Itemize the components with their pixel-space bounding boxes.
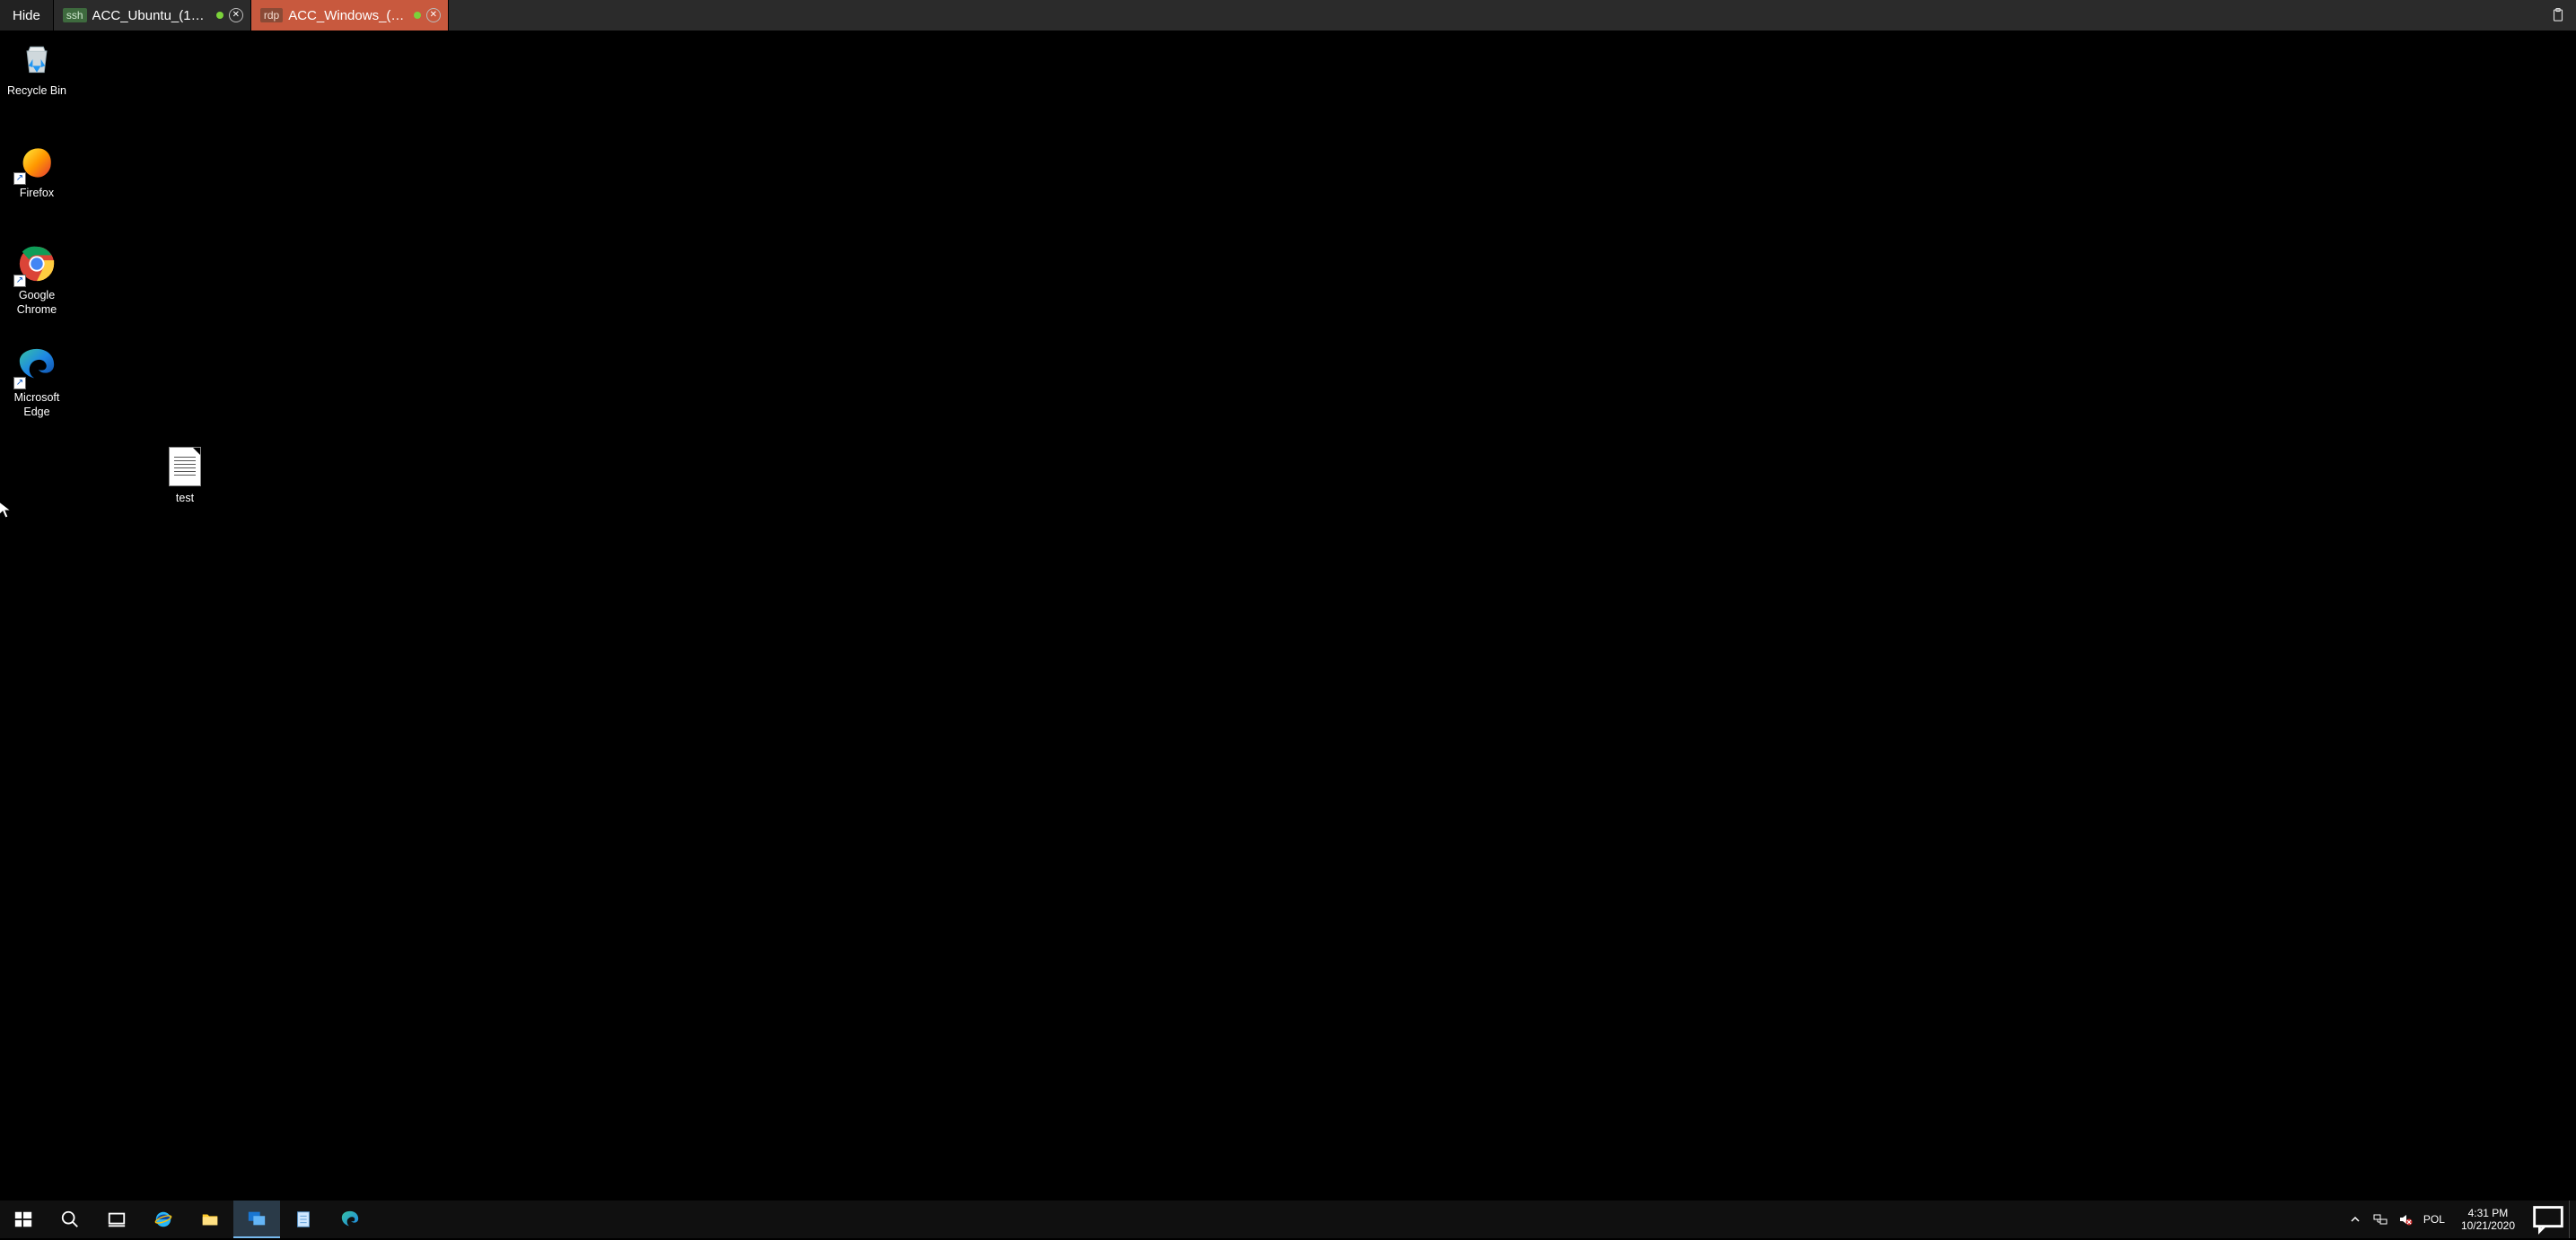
tray-volume-muted-icon[interactable] <box>2398 1212 2413 1227</box>
tab-bar-spacer <box>449 0 2540 31</box>
desktop-icon-test[interactable]: test <box>148 445 222 506</box>
start-button[interactable] <box>0 1201 47 1238</box>
tab-title: ACC_Ubuntu_(10.0… <box>92 8 211 23</box>
taskbar-app-file-explorer[interactable] <box>187 1201 233 1238</box>
action-center-button[interactable] <box>2528 1201 2569 1238</box>
shortcut-arrow-icon: ↗ <box>13 377 26 389</box>
folder-icon <box>200 1209 220 1229</box>
shortcut-arrow-icon: ↗ <box>13 172 26 185</box>
desktop-icon-microsoft-edge[interactable]: ↗ Microsoft Edge <box>0 345 74 419</box>
close-icon[interactable]: ✕ <box>229 8 243 22</box>
close-icon[interactable]: ✕ <box>426 8 441 22</box>
shortcut-arrow-icon: ↗ <box>13 275 26 287</box>
taskbar-spacer <box>373 1201 2341 1238</box>
status-dot-icon <box>216 12 223 19</box>
text-file-icon <box>163 445 206 488</box>
system-tray: POL 4:31 PM 10/21/2020 <box>2341 1201 2528 1238</box>
taskbar: POL 4:31 PM 10/21/2020 <box>0 1201 2576 1238</box>
tray-time: 4:31 PM <box>2461 1207 2515 1219</box>
notification-icon <box>2528 1199 2569 1240</box>
icon-label: Firefox <box>0 187 74 201</box>
mouse-cursor-icon <box>0 501 11 519</box>
task-view-icon <box>107 1209 127 1229</box>
clipboard-button[interactable] <box>2540 0 2576 31</box>
desktop-icon-google-chrome[interactable]: ↗ Google Chrome <box>0 242 74 317</box>
protocol-badge: rdp <box>260 8 283 22</box>
firefox-icon: ↗ <box>15 140 58 183</box>
chrome-icon: ↗ <box>15 242 58 285</box>
taskbar-app-notepad[interactable] <box>280 1201 327 1238</box>
tray-date: 10/21/2020 <box>2461 1219 2515 1232</box>
icon-label: Microsoft Edge <box>0 391 74 419</box>
icon-label: Recycle Bin <box>0 84 74 99</box>
remote-client-tab-bar: Hide ssh ACC_Ubuntu_(10.0… ✕ rdp ACC_Win… <box>0 0 2576 31</box>
taskbar-app-edge[interactable] <box>327 1201 373 1238</box>
hide-button[interactable]: Hide <box>0 0 54 31</box>
tray-language[interactable]: POL <box>2423 1213 2445 1226</box>
magnifier-icon <box>60 1209 80 1229</box>
windows-logo-icon <box>13 1209 33 1229</box>
desktop[interactable]: Recycle Bin ↗ Firefox <box>0 31 2576 1201</box>
recycle-bin-icon <box>15 38 58 81</box>
taskbar-app-rdp-client[interactable] <box>233 1201 280 1238</box>
icon-label: Google Chrome <box>0 289 74 317</box>
edge-icon <box>340 1209 360 1229</box>
ie-icon <box>153 1209 173 1229</box>
notepad-icon <box>294 1209 313 1229</box>
tray-chevron-up-icon[interactable] <box>2348 1212 2362 1227</box>
protocol-badge: ssh <box>63 8 87 22</box>
connection-tab-ssh[interactable]: ssh ACC_Ubuntu_(10.0… ✕ <box>54 0 251 31</box>
connection-tab-rdp[interactable]: rdp ACC_Windows_(10… ✕ <box>251 0 449 31</box>
tab-title: ACC_Windows_(10… <box>288 8 408 23</box>
task-view-button[interactable] <box>93 1201 140 1238</box>
icon-label: test <box>148 492 222 506</box>
tray-clock[interactable]: 4:31 PM 10/21/2020 <box>2456 1207 2520 1233</box>
show-desktop-button[interactable] <box>2569 1201 2576 1238</box>
taskbar-app-internet-explorer[interactable] <box>140 1201 187 1238</box>
desktop-icon-firefox[interactable]: ↗ Firefox <box>0 140 74 201</box>
status-dot-icon <box>414 12 421 19</box>
edge-icon: ↗ <box>15 345 58 388</box>
search-button[interactable] <box>47 1201 93 1238</box>
clipboard-icon <box>2550 6 2566 24</box>
hide-label: Hide <box>13 8 40 23</box>
tray-network-icon[interactable] <box>2373 1212 2388 1227</box>
rdp-icon <box>247 1209 267 1228</box>
desktop-icon-recycle-bin[interactable]: Recycle Bin <box>0 38 74 99</box>
